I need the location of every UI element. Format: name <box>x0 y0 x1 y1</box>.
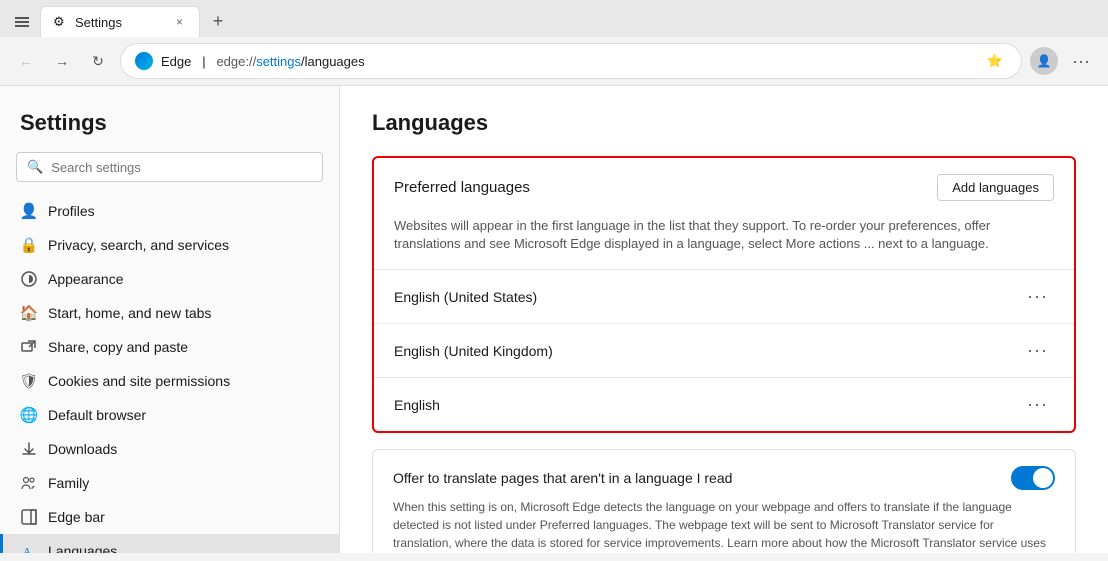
url-prefix: edge:// <box>216 54 256 69</box>
downloads-icon <box>20 440 38 458</box>
edge-bar-icon <box>20 508 38 526</box>
address-text: Edge | edge://settings/languages <box>161 54 975 69</box>
sidebar-item-family[interactable]: Family <box>0 466 339 500</box>
share-icon <box>20 338 38 356</box>
sidebar-item-default-browser[interactable]: 🌐 Default browser <box>0 398 339 432</box>
sidebar-toggle[interactable] <box>8 8 36 36</box>
search-icon: 🔍 <box>27 159 43 175</box>
sidebar-label-appearance: Appearance <box>48 271 124 287</box>
sidebar-nav: 👤 Profiles 🔒 Privacy, search, and servic… <box>0 194 339 553</box>
svg-text:A: A <box>23 546 31 553</box>
search-input[interactable] <box>51 160 312 175</box>
sidebar-label-downloads: Downloads <box>48 441 117 457</box>
preferred-languages-title: Preferred languages <box>394 179 530 196</box>
search-box[interactable]: 🔍 <box>16 152 323 182</box>
translate-toggle[interactable] <box>1011 466 1055 490</box>
sidebar-item-downloads[interactable]: Downloads <box>0 432 339 466</box>
language-item-en-us: English (United States) ··· <box>374 270 1074 323</box>
translate-header: Offer to translate pages that aren't in … <box>393 466 1055 490</box>
main-layout: Settings 🔍 👤 Profiles 🔒 Privacy, search,… <box>0 86 1108 553</box>
active-tab[interactable]: ⚙ Settings × <box>40 6 200 37</box>
language-name-en-us: English (United States) <box>394 289 537 305</box>
preferred-languages-desc: Websites will appear in the first langua… <box>374 217 1074 269</box>
address-field[interactable]: Edge | edge://settings/languages ⭐ <box>120 43 1022 79</box>
privacy-icon: 🔒 <box>20 236 38 254</box>
settings-content: Languages Preferred languages Add langua… <box>340 86 1108 553</box>
translate-desc: When this setting is on, Microsoft Edge … <box>393 498 1055 553</box>
translate-desc-text: When this setting is on, Microsoft Edge … <box>393 500 1046 553</box>
sidebar-item-privacy[interactable]: 🔒 Privacy, search, and services <box>0 228 339 262</box>
forward-button[interactable]: → <box>48 47 76 75</box>
tab-title: Settings <box>75 15 166 30</box>
language-more-en[interactable]: ··· <box>1021 392 1054 417</box>
add-languages-button[interactable]: Add languages <box>937 174 1054 201</box>
tab-favicon: ⚙ <box>53 14 69 30</box>
browser-chrome: ⚙ Settings × + ← → ↻ Edge | edge://setti… <box>0 0 1108 86</box>
sidebar-item-languages[interactable]: A Languages <box>0 534 339 553</box>
language-name-en-gb: English (United Kingdom) <box>394 343 553 359</box>
reload-button[interactable]: ↻ <box>84 47 112 75</box>
sidebar-item-start-home[interactable]: 🏠 Start, home, and new tabs <box>0 296 339 330</box>
sidebar-label-privacy: Privacy, search, and services <box>48 237 229 253</box>
language-more-en-gb[interactable]: ··· <box>1021 338 1054 363</box>
translate-section: Offer to translate pages that aren't in … <box>372 449 1076 553</box>
profile-button[interactable]: 👤 <box>1030 47 1058 75</box>
page-title: Languages <box>372 110 1076 136</box>
brand-name: Edge <box>161 54 191 69</box>
address-icons: ⭐ <box>983 49 1007 73</box>
language-more-en-us[interactable]: ··· <box>1021 284 1054 309</box>
favorites-icon[interactable]: ⭐ <box>983 49 1007 73</box>
sidebar-label-cookies: Cookies and site permissions <box>48 373 230 389</box>
settings-title: Settings <box>0 102 339 152</box>
sidebar-item-edge-bar[interactable]: Edge bar <box>0 500 339 534</box>
url-highlight: settings <box>256 54 301 69</box>
edge-logo-icon <box>135 52 153 70</box>
sidebar-label-start-home: Start, home, and new tabs <box>48 305 211 321</box>
profiles-icon: 👤 <box>20 202 38 220</box>
new-tab-button[interactable]: + <box>204 8 232 36</box>
start-home-icon: 🏠 <box>20 304 38 322</box>
languages-icon: A <box>20 542 38 553</box>
sidebar-label-edge-bar: Edge bar <box>48 509 105 525</box>
cookies-icon: 🛡 <box>20 372 38 390</box>
sidebar-item-cookies[interactable]: 🛡 Cookies and site permissions <box>0 364 339 398</box>
sidebar-label-default-browser: Default browser <box>48 407 146 423</box>
back-button[interactable]: ← <box>12 47 40 75</box>
family-icon <box>20 474 38 492</box>
preferred-languages-section: Preferred languages Add languages Websit… <box>372 156 1076 433</box>
sidebar-item-profiles[interactable]: 👤 Profiles <box>0 194 339 228</box>
appearance-icon <box>20 270 38 288</box>
tab-close-button[interactable]: × <box>172 13 187 31</box>
language-item-en: English ··· <box>374 378 1074 431</box>
tab-bar: ⚙ Settings × + <box>0 0 1108 37</box>
preferred-languages-header: Preferred languages Add languages <box>374 158 1074 217</box>
url-path: /languages <box>301 54 365 69</box>
sidebar-item-share[interactable]: Share, copy and paste <box>0 330 339 364</box>
settings-sidebar: Settings 🔍 👤 Profiles 🔒 Privacy, search,… <box>0 86 340 553</box>
sidebar-item-appearance[interactable]: Appearance <box>0 262 339 296</box>
sidebar-label-profiles: Profiles <box>48 203 95 219</box>
sidebar-label-languages: Languages <box>48 543 117 553</box>
address-bar: ← → ↻ Edge | edge://settings/languages ⭐… <box>0 37 1108 85</box>
browser-more-button[interactable]: ··· <box>1066 47 1096 76</box>
sidebar-label-share: Share, copy and paste <box>48 339 188 355</box>
translate-title: Offer to translate pages that aren't in … <box>393 470 732 486</box>
sidebar-label-family: Family <box>48 475 89 491</box>
default-browser-icon: 🌐 <box>20 406 38 424</box>
language-name-en: English <box>394 397 440 413</box>
language-item-en-gb: English (United Kingdom) ··· <box>374 324 1074 377</box>
